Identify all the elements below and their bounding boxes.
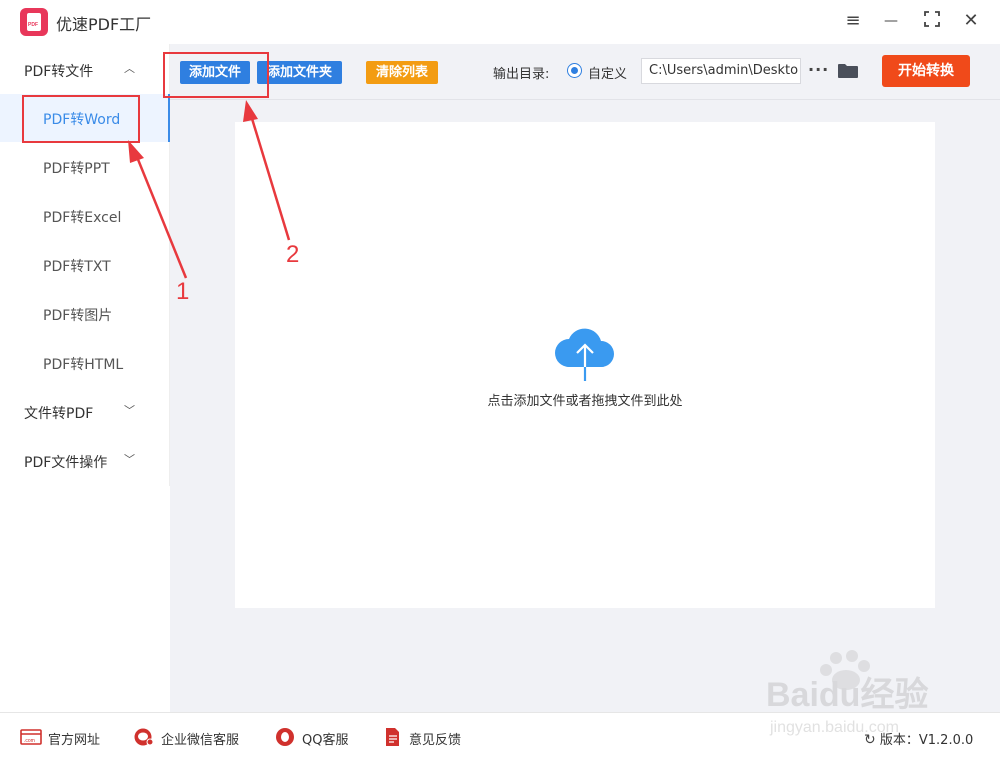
maximize-icon	[924, 11, 940, 27]
chevron-up-icon: ︿	[124, 62, 135, 75]
chevron-down-icon: ﹀	[124, 404, 135, 417]
custom-radio-label[interactable]: 自定义	[588, 63, 627, 82]
sidebar-group-file-to-pdf[interactable]: 文件转PDF ﹀	[0, 388, 170, 436]
toolbar: 添加文件 添加文件夹 清除列表 输出目录: 自定义 C:\Users\admin…	[170, 44, 1000, 100]
clear-list-button[interactable]: 清除列表	[366, 61, 438, 84]
cloud-upload-icon	[555, 328, 614, 381]
sidebar-group-pdf-operations[interactable]: PDF文件操作 ﹀	[0, 437, 170, 485]
sidebar-group-pdf-to-file[interactable]: PDF转文件 ︿	[0, 46, 170, 94]
output-dir-label: 输出目录:	[493, 67, 550, 82]
highlight-box-add-file	[163, 52, 269, 98]
maximize-button[interactable]	[921, 10, 943, 32]
close-button[interactable]: ✕	[960, 10, 982, 32]
baidu-watermark: Baidu经验 jingyan.baidu.com	[766, 650, 928, 736]
title-bar: PDF 优速PDF工厂 ≡ — ✕	[0, 0, 1000, 44]
sidebar-item-pdf-to-image[interactable]: PDF转图片	[0, 290, 170, 338]
highlight-box-pdf-to-word	[22, 95, 140, 143]
wechat-work-icon	[134, 728, 154, 746]
file-drop-zone[interactable]: 点击添加文件或者拖拽文件到此处	[235, 122, 935, 608]
custom-radio[interactable]	[567, 63, 582, 78]
app-logo-icon: PDF	[20, 8, 48, 36]
more-options-icon[interactable]: ···	[808, 60, 829, 79]
svg-text:Baidu经验: Baidu经验	[766, 675, 928, 714]
svg-text:jingyan.baidu.com: jingyan.baidu.com	[769, 719, 899, 736]
folder-icon[interactable]	[838, 63, 858, 78]
start-convert-button[interactable]: 开始转换	[882, 55, 970, 87]
website-icon: .com	[20, 729, 42, 745]
menu-icon[interactable]: ≡	[842, 10, 864, 32]
chevron-down-icon: ﹀	[124, 453, 135, 466]
annotation-number-2: 2	[286, 241, 300, 268]
sidebar-item-pdf-to-html[interactable]: PDF转HTML	[0, 339, 170, 387]
qq-icon	[276, 728, 294, 746]
annotation-number-1: 1	[176, 278, 190, 305]
sidebar-item-pdf-to-ppt[interactable]: PDF转PPT	[0, 143, 170, 191]
sidebar-item-pdf-to-txt[interactable]: PDF转TXT	[0, 241, 170, 289]
output-path-input[interactable]: C:\Users\admin\Deskto	[641, 58, 801, 84]
feedback-icon	[386, 728, 399, 746]
add-folder-button[interactable]: 添加文件夹	[257, 61, 342, 84]
minimize-button[interactable]: —	[880, 10, 902, 32]
app-title: 优速PDF工厂	[56, 15, 152, 34]
drop-hint-text: 点击添加文件或者拖拽文件到此处	[487, 394, 683, 409]
svg-text:.com: .com	[24, 738, 35, 744]
sidebar-item-pdf-to-excel[interactable]: PDF转Excel	[0, 192, 170, 240]
